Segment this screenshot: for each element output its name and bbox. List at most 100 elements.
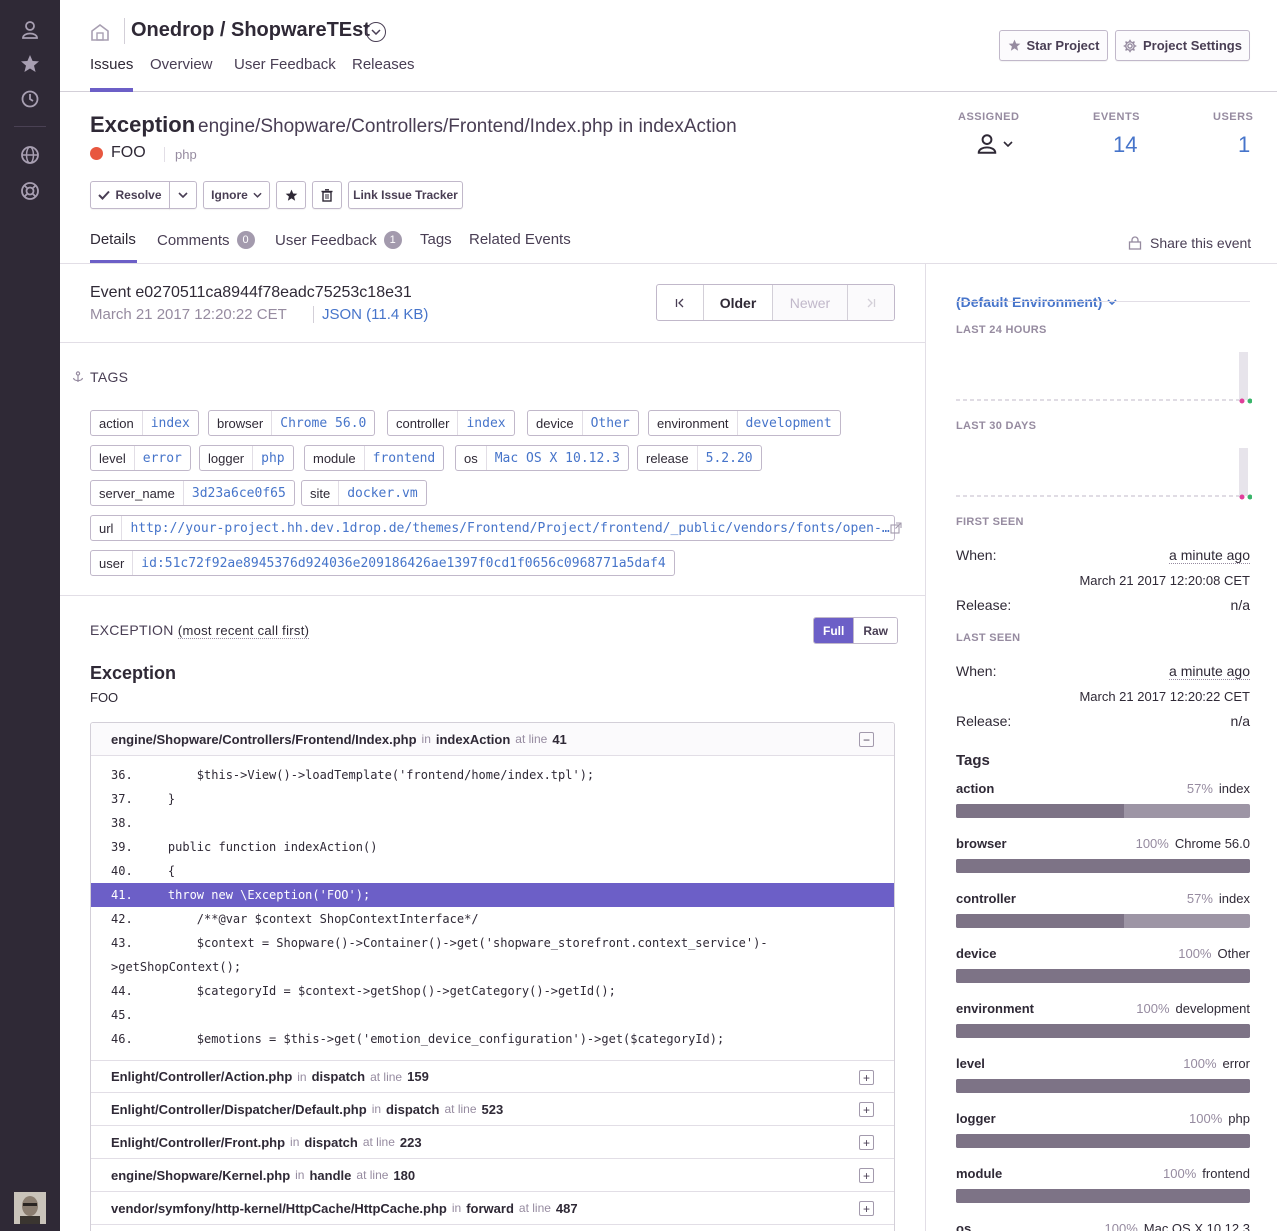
frame-header[interactable]: Enlight/Controller/Action.php in dispatch a… [91,1060,894,1093]
project-dropdown-chevron-icon[interactable] [366,22,386,42]
exception-section-title: EXCEPTION (most recent call first) [90,622,310,639]
tag-value[interactable]: frontend [365,446,444,470]
support-lifebuoy-icon[interactable] [18,179,42,203]
tag-url[interactable]: url http://your-project.hh.dev.1drop.de/t… [90,515,895,541]
user-avatar[interactable] [14,1192,46,1224]
nav-releases[interactable]: Releases [352,56,415,73]
resolve-dropdown-button[interactable] [169,181,197,209]
tag-value[interactable]: 3d23a6ce0f65 [184,481,294,505]
raw-toggle-button[interactable]: Raw [853,618,898,643]
tag-action[interactable]: action index [90,410,199,436]
tab-user-feedback[interactable]: User Feedback 1 [275,231,402,249]
last-seen-when-value[interactable]: a minute ago [1169,663,1250,680]
tag-value[interactable]: id:51c72f92ae8945376d924036e209186426ae1… [133,551,673,575]
nav-user-feedback[interactable]: User Feedback [234,56,336,73]
tag-value[interactable]: Other [583,411,638,435]
tag-value[interactable]: 5.2.20 [698,446,761,470]
environment-selector[interactable]: (Default Environment) [956,294,1117,310]
events-count[interactable]: 14 [1113,132,1137,158]
tag-logger[interactable]: logger php [199,445,294,471]
expand-frame-icon[interactable]: + [859,1070,874,1085]
tag-dist-bar[interactable] [956,859,1250,873]
star-project-button[interactable]: Star Project [999,30,1108,61]
frame-line: 523 [481,1101,504,1117]
last-24h-graph[interactable] [956,350,1252,405]
tag-dist-bar[interactable] [956,1079,1250,1093]
tag-dist-bar[interactable] [956,1189,1250,1203]
tab-comments[interactable]: Comments 0 [157,231,255,249]
tag-release[interactable]: release 5.2.20 [637,445,762,471]
tag-dist-bar[interactable] [956,1024,1250,1038]
tag-value[interactable]: docker.vm [339,481,425,505]
tag-environment[interactable]: environment development [648,410,841,436]
bookmark-button[interactable] [276,181,306,209]
project-home-icon[interactable] [90,22,110,42]
exception-order-note[interactable]: (most recent call first) [177,623,310,639]
tag-user[interactable]: user id:51c72f92ae8945376d924036e20918642… [90,550,675,576]
tab-tags[interactable]: Tags [420,231,452,248]
tag-module[interactable]: module frontend [304,445,445,471]
newer-event-button[interactable]: Newer [773,285,848,320]
nav-issues[interactable]: Issues [90,56,134,92]
anchor-icon[interactable] [72,371,84,383]
tag-dist-bar[interactable] [956,914,1250,928]
tag-browser[interactable]: browser Chrome 56.0 [208,410,376,436]
first-seen-when-value[interactable]: a minute ago [1169,547,1250,564]
frame-header[interactable]: engine/Shopware/Kernel.php in handle at lin… [91,1159,894,1192]
tag-value[interactable]: Mac OS X 10.12.3 [487,446,628,470]
frame-header[interactable]: Enlight/Controller/Front.php in dispatch at… [91,1126,894,1159]
resolve-button[interactable]: Resolve [90,181,170,209]
user-icon[interactable] [18,18,42,42]
tag-value[interactable]: index [458,411,513,435]
tag-value[interactable]: error [135,446,190,470]
star-icon[interactable] [18,52,42,76]
frame-header[interactable]: vendor/symfony/http-kernel/HttpCache/Htt… [91,1192,894,1225]
external-link-icon[interactable] [890,522,902,534]
expand-frame-icon[interactable]: + [859,1135,874,1150]
expand-frame-icon[interactable]: + [859,1168,874,1183]
tag-controller[interactable]: controller index [387,410,515,436]
delete-button[interactable] [312,181,342,209]
expand-frame-icon[interactable]: + [859,1102,874,1117]
frame-file: engine/Shopware/Controllers/Frontend/Ind… [111,731,417,747]
tag-server-name[interactable]: server_name 3d23a6ce0f65 [90,480,295,506]
tag-dist-top-value: php [1228,1111,1250,1126]
globe-icon[interactable] [18,143,42,167]
tag-os[interactable]: os Mac OS X 10.12.3 [455,445,629,471]
tag-dist-bar[interactable] [956,804,1250,818]
tag-site[interactable]: site docker.vm [301,480,427,506]
share-event-link[interactable]: Share this event [1128,235,1251,251]
tag-value[interactable]: index [143,411,198,435]
last-30d-graph[interactable] [956,446,1252,501]
expand-frame-icon[interactable]: + [859,1201,874,1216]
tab-details[interactable]: Details [90,231,136,248]
ignore-button[interactable]: Ignore [203,181,270,209]
activity-clock-icon[interactable] [18,87,42,111]
older-event-button[interactable]: Older [704,285,773,320]
tag-value[interactable]: php [253,446,292,470]
event-json-link[interactable]: JSON (11.4 KB) [313,306,428,323]
tag-dist-value: 100% development [1136,1001,1250,1016]
users-count[interactable]: 1 [1238,132,1250,158]
tag-dist-bar[interactable] [956,1134,1250,1148]
tag-value[interactable]: http://your-project.hh.dev.1drop.de/them… [122,516,893,540]
project-title[interactable]: Onedrop / ShopwareTEst [131,19,370,42]
project-settings-button[interactable]: Project Settings [1115,30,1250,61]
nav-overview[interactable]: Overview [150,56,213,73]
tab-related-events[interactable]: Related Events [469,231,571,248]
assignee-selector[interactable] [976,133,1013,155]
tag-dist-bar[interactable] [956,969,1250,983]
tag-value[interactable]: development [738,411,840,435]
oldest-event-button[interactable] [657,285,704,320]
tag-value[interactable]: Chrome 56.0 [272,411,374,435]
tag-level[interactable]: level error [90,445,191,471]
tag-dist-top-value: Mac OS X 10.12.3 [1143,1221,1250,1231]
tags-divider [60,595,925,596]
tag-device[interactable]: device Other [527,410,639,436]
frame-header-top[interactable]: engine/Shopware/Controllers/Frontend/Ind… [91,723,894,756]
newest-event-button[interactable] [848,285,894,320]
full-toggle-button[interactable]: Full [814,618,854,643]
frame-header[interactable]: Enlight/Controller/Dispatcher/Default.ph… [91,1093,894,1126]
link-issue-tracker-button[interactable]: Link Issue Tracker [348,181,463,209]
collapse-frame-icon[interactable]: − [859,732,874,747]
